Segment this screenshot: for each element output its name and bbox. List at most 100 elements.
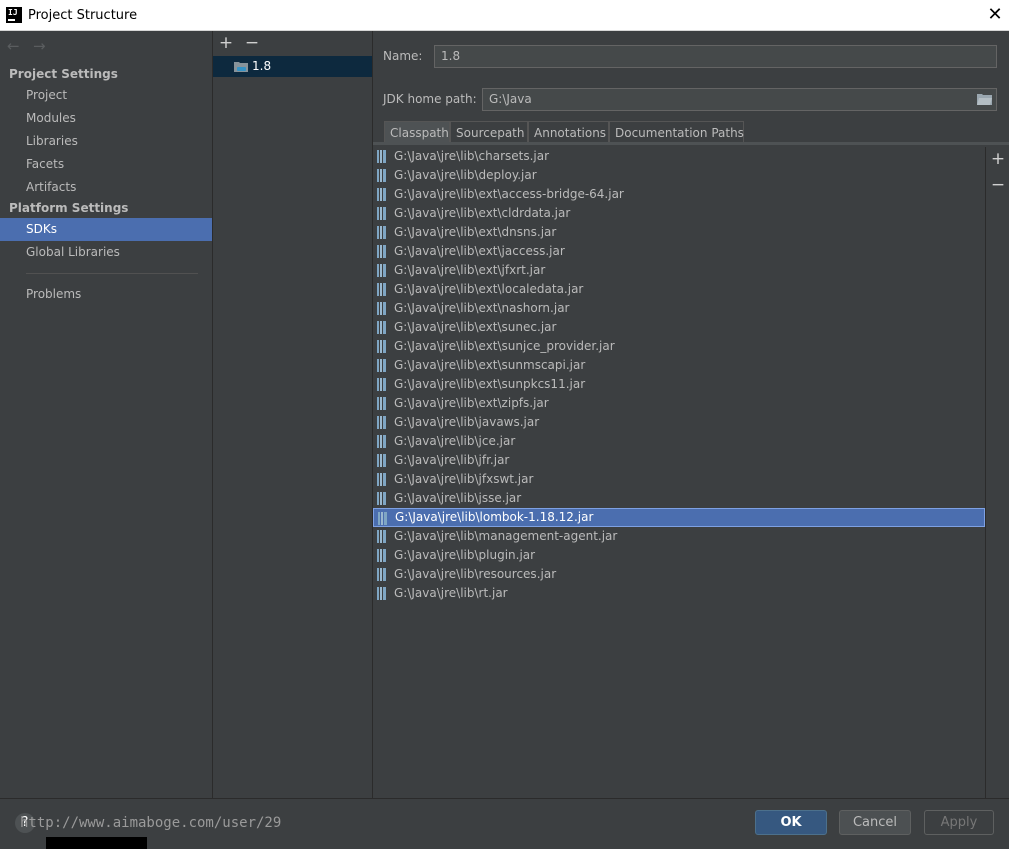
sdk-item-label: 1.8 bbox=[252, 59, 272, 73]
classpath-entry-text: G:\Java\jre\lib\ext\jfxrt.jar bbox=[394, 263, 546, 277]
jar-file-icon bbox=[377, 302, 386, 315]
classpath-row[interactable]: G:\Java\jre\lib\javaws.jar bbox=[373, 413, 985, 432]
jar-file-icon bbox=[377, 207, 386, 220]
sdk-item-1-8[interactable]: 1.8 bbox=[213, 56, 372, 77]
sidebar-item-artifacts[interactable]: Artifacts bbox=[0, 176, 212, 199]
jar-file-icon bbox=[377, 188, 386, 201]
classpath-row[interactable]: G:\Java\jre\lib\lombok-1.18.12.jar bbox=[373, 508, 985, 527]
classpath-row[interactable]: G:\Java\jre\lib\rt.jar bbox=[373, 584, 985, 603]
intellij-app-icon: IJ bbox=[6, 7, 22, 23]
classpath-row[interactable]: G:\Java\jre\lib\ext\sunmscapi.jar bbox=[373, 356, 985, 375]
classpath-row[interactable]: G:\Java\jre\lib\ext\jaccess.jar bbox=[373, 242, 985, 261]
jar-file-icon bbox=[377, 264, 386, 277]
classpath-entry-text: G:\Java\jre\lib\ext\sunjce_provider.jar bbox=[394, 339, 615, 353]
sdk-detail-pane: Name: 1.8 JDK home path: G:\Java Classpa… bbox=[373, 31, 1009, 798]
classpath-row[interactable]: G:\Java\jre\lib\ext\dnsns.jar bbox=[373, 223, 985, 242]
classpath-row[interactable]: G:\Java\jre\lib\ext\sunjce_provider.jar bbox=[373, 337, 985, 356]
jar-file-icon bbox=[377, 435, 386, 448]
classpath-entry-text: G:\Java\jre\lib\ext\sunmscapi.jar bbox=[394, 358, 586, 372]
classpath-entry-text: G:\Java\jre\lib\charsets.jar bbox=[394, 149, 550, 163]
sidebar-item-project[interactable]: Project bbox=[0, 84, 212, 107]
folder-browse-icon[interactable] bbox=[977, 93, 992, 106]
classpath-row[interactable]: G:\Java\jre\lib\ext\jfxrt.jar bbox=[373, 261, 985, 280]
classpath-entry-text: G:\Java\jre\lib\ext\cldrdata.jar bbox=[394, 206, 571, 220]
jdk-home-path-field[interactable]: G:\Java bbox=[482, 88, 997, 111]
window-title: Project Structure bbox=[28, 8, 138, 23]
classpath-row[interactable]: G:\Java\jre\lib\jfr.jar bbox=[373, 451, 985, 470]
platform-settings-heading: Platform Settings bbox=[9, 201, 129, 215]
classpath-row[interactable]: G:\Java\jre\lib\charsets.jar bbox=[373, 147, 985, 166]
tab-classpath[interactable]: Classpath bbox=[384, 121, 450, 143]
tab-sourcepath[interactable]: Sourcepath bbox=[450, 121, 528, 143]
classpath-row[interactable]: G:\Java\jre\lib\deploy.jar bbox=[373, 166, 985, 185]
classpath-row[interactable]: G:\Java\jre\lib\ext\nashorn.jar bbox=[373, 299, 985, 318]
add-sdk-button[interactable]: + bbox=[217, 33, 235, 53]
classpath-row[interactable]: G:\Java\jre\lib\jsse.jar bbox=[373, 489, 985, 508]
jar-file-icon bbox=[377, 359, 386, 372]
apply-button[interactable]: Apply bbox=[924, 810, 994, 835]
jar-file-icon bbox=[377, 549, 386, 562]
classpath-row[interactable]: G:\Java\jre\lib\ext\cldrdata.jar bbox=[373, 204, 985, 223]
sidebar-item-modules[interactable]: Modules bbox=[0, 107, 212, 130]
classpath-row[interactable]: G:\Java\jre\lib\ext\sunec.jar bbox=[373, 318, 985, 337]
tab-annotations[interactable]: Annotations bbox=[528, 121, 609, 143]
classpath-entry-text: G:\Java\jre\lib\plugin.jar bbox=[394, 548, 536, 562]
jar-file-icon bbox=[377, 378, 386, 391]
ok-button[interactable]: OK bbox=[755, 810, 827, 835]
classpath-entry-text: G:\Java\jre\lib\ext\zipfs.jar bbox=[394, 396, 549, 410]
classpath-row[interactable]: G:\Java\jre\lib\ext\localedata.jar bbox=[373, 280, 985, 299]
classpath-entry-text: G:\Java\jre\lib\ext\sunec.jar bbox=[394, 320, 557, 334]
name-field[interactable]: 1.8 bbox=[434, 45, 997, 68]
tab-documentation-paths[interactable]: Documentation Paths bbox=[609, 121, 744, 143]
classpath-entry-text: G:\Java\jre\lib\lombok-1.18.12.jar bbox=[395, 510, 594, 524]
jar-file-icon bbox=[377, 226, 386, 239]
jar-file-icon bbox=[377, 245, 386, 258]
jar-file-icon bbox=[378, 512, 387, 525]
classpath-row[interactable]: G:\Java\jre\lib\ext\access-bridge-64.jar bbox=[373, 185, 985, 204]
nav-divider bbox=[26, 273, 198, 274]
classpath-entry-text: G:\Java\jre\lib\jfxswt.jar bbox=[394, 472, 534, 486]
jar-file-icon bbox=[377, 321, 386, 334]
sidebar-item-sdks[interactable]: SDKs bbox=[0, 218, 212, 241]
jar-file-icon bbox=[377, 397, 386, 410]
jar-file-icon bbox=[377, 587, 386, 600]
jar-file-icon bbox=[377, 530, 386, 543]
classpath-entry-text: G:\Java\jre\lib\jsse.jar bbox=[394, 491, 522, 505]
sidebar-item-global-libraries[interactable]: Global Libraries bbox=[0, 241, 212, 264]
remove-path-button[interactable]: − bbox=[989, 176, 1007, 194]
classpath-entry-text: G:\Java\jre\lib\ext\jaccess.jar bbox=[394, 244, 565, 258]
jar-file-icon bbox=[377, 340, 386, 353]
close-icon[interactable]: ✕ bbox=[985, 5, 1005, 25]
jar-file-icon bbox=[377, 283, 386, 296]
classpath-row[interactable]: G:\Java\jre\lib\plugin.jar bbox=[373, 546, 985, 565]
jar-file-icon bbox=[377, 150, 386, 163]
classpath-row[interactable]: G:\Java\jre\lib\ext\zipfs.jar bbox=[373, 394, 985, 413]
back-arrow-icon[interactable]: ← bbox=[7, 37, 20, 55]
classpath-entry-text: G:\Java\jre\lib\rt.jar bbox=[394, 586, 508, 600]
sidebar-item-problems[interactable]: Problems bbox=[0, 283, 212, 306]
cancel-button[interactable]: Cancel bbox=[839, 810, 911, 835]
classpath-row[interactable]: G:\Java\jre\lib\resources.jar bbox=[373, 565, 985, 584]
sidebar-item-libraries[interactable]: Libraries bbox=[0, 130, 212, 153]
add-path-button[interactable]: + bbox=[989, 150, 1007, 168]
forward-arrow-icon[interactable]: → bbox=[33, 37, 46, 55]
classpath-row[interactable]: G:\Java\jre\lib\ext\sunpkcs11.jar bbox=[373, 375, 985, 394]
classpath-row[interactable]: G:\Java\jre\lib\jfxswt.jar bbox=[373, 470, 985, 489]
classpath-entry-text: G:\Java\jre\lib\ext\access-bridge-64.jar bbox=[394, 187, 624, 201]
classpath-list[interactable]: G:\Java\jre\lib\charsets.jar G:\Java\jre\… bbox=[373, 147, 986, 798]
sdk-list-pane: + − 1.8 bbox=[213, 31, 373, 798]
jar-file-icon bbox=[377, 568, 386, 581]
classpath-entry-text: G:\Java\jre\lib\javaws.jar bbox=[394, 415, 540, 429]
jar-file-icon bbox=[377, 169, 386, 182]
remove-sdk-button[interactable]: − bbox=[243, 33, 261, 53]
sidebar-item-facets[interactable]: Facets bbox=[0, 153, 212, 176]
classpath-entry-text: G:\Java\jre\lib\jfr.jar bbox=[394, 453, 510, 467]
classpath-row[interactable]: G:\Java\jre\lib\jce.jar bbox=[373, 432, 985, 451]
classpath-entry-text: G:\Java\jre\lib\management-agent.jar bbox=[394, 529, 618, 543]
project-settings-heading: Project Settings bbox=[9, 67, 118, 81]
settings-navigation: ← → Project Settings Project Modules Libra… bbox=[0, 31, 213, 798]
classpath-row[interactable]: G:\Java\jre\lib\management-agent.jar bbox=[373, 527, 985, 546]
classpath-entry-text: G:\Java\jre\lib\deploy.jar bbox=[394, 168, 537, 182]
jdk-folder-icon bbox=[234, 62, 248, 72]
tab-underline bbox=[373, 142, 1009, 145]
